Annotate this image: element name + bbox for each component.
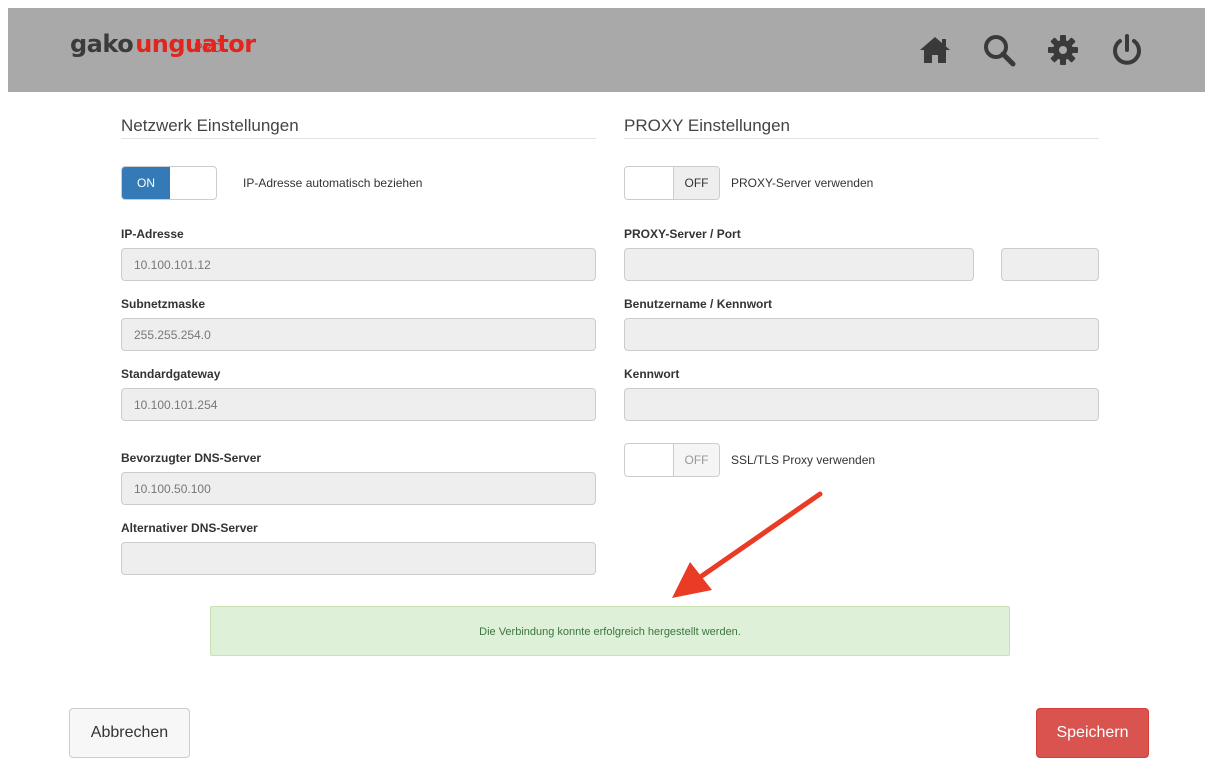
search-icon[interactable]: [981, 32, 1017, 68]
power-icon[interactable]: [1109, 32, 1145, 68]
logo-pro: PRO: [194, 40, 223, 55]
gateway-label: Standardgateway: [121, 367, 221, 381]
preferred-dns-field[interactable]: [121, 472, 596, 505]
annotation-arrow-icon: [672, 491, 823, 598]
proxy-password-field[interactable]: [624, 388, 1099, 421]
network-section-title: Netzwerk Einstellungen: [121, 116, 299, 135]
proxy-port-field[interactable]: [1001, 248, 1099, 281]
cancel-button[interactable]: Abbrechen: [69, 708, 190, 758]
gateway-field[interactable]: [121, 388, 596, 421]
proxy-toggle[interactable]: OFF: [624, 166, 720, 200]
auto-ip-toggle-state: ON: [122, 167, 170, 199]
proxy-toggle-state: OFF: [673, 167, 719, 199]
network-section-divider: [121, 138, 596, 139]
ssl-proxy-toggle[interactable]: OFF: [624, 443, 720, 477]
proxy-server-port-label: PROXY-Server / Port: [624, 227, 741, 241]
ip-address-label: IP-Adresse: [121, 227, 184, 241]
proxy-section-title: PROXY Einstellungen: [624, 116, 791, 135]
proxy-password-label: Kennwort: [624, 367, 680, 381]
proxy-server-field[interactable]: [624, 248, 974, 281]
app-logo: gakounguator: [70, 30, 256, 58]
subnet-mask-field[interactable]: [121, 318, 596, 351]
preferred-dns-label: Bevorzugter DNS-Server: [121, 451, 262, 465]
gear-icon[interactable]: [1045, 32, 1081, 68]
alternative-dns-field[interactable]: [121, 542, 596, 575]
proxy-username-field[interactable]: [624, 318, 1099, 351]
subnet-mask-label: Subnetzmaske: [121, 297, 206, 311]
alternative-dns-label: Alternativer DNS-Server: [121, 521, 258, 535]
proxy-username-label: Benutzername / Kennwort: [624, 297, 773, 311]
auto-ip-toggle-label: IP-Adresse automatisch beziehen: [243, 176, 423, 190]
auto-ip-toggle[interactable]: ON: [121, 166, 217, 200]
header-toolbar: [917, 32, 1145, 68]
proxy-section-divider: [624, 138, 1099, 139]
home-icon[interactable]: [917, 32, 953, 68]
ssl-proxy-toggle-label: SSL/TLS Proxy verwenden: [731, 453, 876, 467]
logo-gako: gako: [70, 30, 134, 58]
ip-address-field[interactable]: [121, 248, 596, 281]
proxy-toggle-label: PROXY-Server verwenden: [731, 176, 874, 190]
ssl-proxy-toggle-state: OFF: [673, 444, 719, 476]
save-button[interactable]: Speichern: [1036, 708, 1149, 758]
connection-success-alert: Die Verbindung konnte erfolgreich herges…: [210, 606, 1010, 656]
app-header: gakounguator PRO: [8, 8, 1205, 92]
